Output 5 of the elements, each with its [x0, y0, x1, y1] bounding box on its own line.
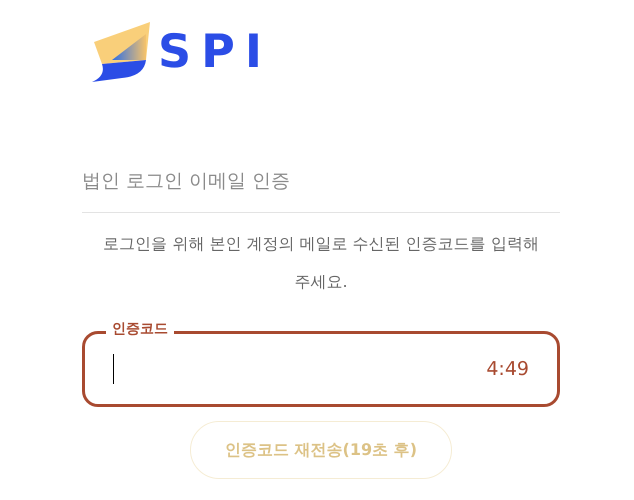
countdown-timer: 4:49 [486, 358, 529, 380]
logo-mark-icon [92, 20, 152, 82]
logo-text: SPI [158, 28, 272, 74]
instruction-text: 로그인을 위해 본인 계정의 메일로 수신된 인증코드를 입력해 주세요. [102, 233, 540, 293]
page-title: 법인 로그인 이메일 인증 [82, 169, 292, 194]
